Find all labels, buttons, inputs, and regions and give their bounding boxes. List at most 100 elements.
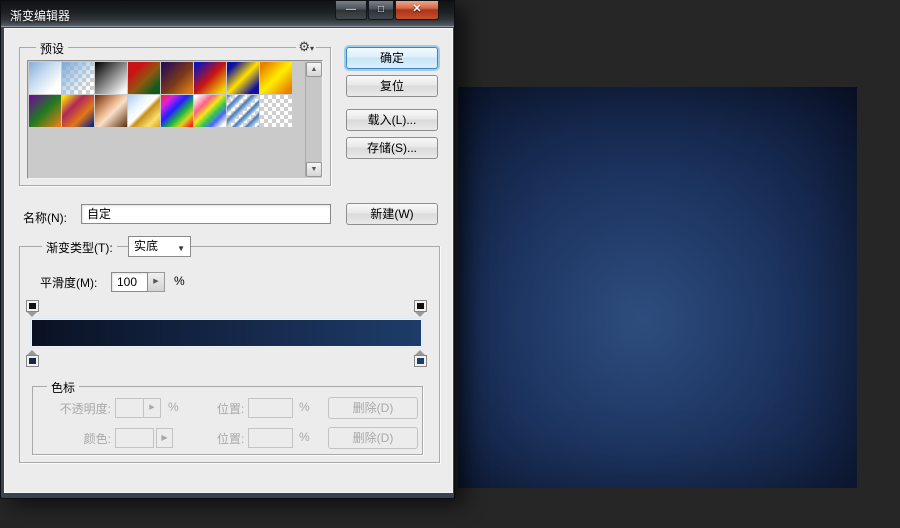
color-stop-fill bbox=[29, 358, 36, 364]
titlebar[interactable]: 渐变编辑器 — □ ✕ bbox=[1, 1, 454, 27]
delete-color-stop-button: 删除(D) bbox=[328, 427, 418, 449]
color-stop-right[interactable] bbox=[414, 350, 427, 367]
chevron-down-icon: ▾ bbox=[309, 44, 314, 53]
gradient-preset-foreground-to-background[interactable] bbox=[29, 62, 61, 94]
gradient-preset-thumbnail bbox=[95, 95, 127, 127]
stops-group: 色标 不透明度: ▶ % 位置: % 删除(D) 颜色: ▶ 位置: % 删除(… bbox=[32, 379, 423, 455]
opacity-stop-pointer-icon bbox=[415, 312, 425, 317]
canvas bbox=[458, 87, 857, 488]
gradient-preset-spectrum[interactable] bbox=[161, 95, 193, 127]
color-picker-button: ▶ bbox=[156, 428, 173, 448]
opacity-stop-fill bbox=[417, 303, 424, 309]
minimize-icon: — bbox=[346, 4, 356, 15]
dialog-body: 预设 ⚙▾ ▲ ▼ 确定 复位 载入(L)... 存储(S)... 名称(N):… bbox=[4, 28, 453, 493]
spinner-arrow-icon: ▶ bbox=[153, 278, 159, 285]
close-icon: ✕ bbox=[412, 3, 422, 15]
opacity-stop-left[interactable] bbox=[26, 300, 39, 317]
gradient-type-label: 渐变类型(T): bbox=[42, 239, 117, 256]
maximize-icon: □ bbox=[377, 4, 385, 15]
gradient-preset-yellow-violet-orange-blue[interactable] bbox=[62, 95, 94, 127]
dropdown-caret-icon: ▼ bbox=[177, 244, 185, 253]
scroll-down-button[interactable]: ▼ bbox=[306, 162, 322, 177]
smoothness-input[interactable]: 100 bbox=[111, 272, 148, 292]
color-position-input bbox=[248, 428, 293, 448]
color-position-label: 位置: bbox=[217, 432, 245, 446]
smoothness-percent: % bbox=[174, 274, 185, 288]
gradient-preset-thumbnail bbox=[260, 95, 292, 127]
window-title: 渐变编辑器 bbox=[10, 9, 71, 23]
smoothness-spinner-button[interactable]: ▶ bbox=[148, 272, 165, 292]
gradient-preset-blue-red-yellow[interactable] bbox=[194, 62, 226, 94]
gradient-preset-violet-to-orange[interactable] bbox=[161, 62, 193, 94]
gradient-preset-thumbnail bbox=[260, 62, 292, 94]
scroll-up-button[interactable]: ▲ bbox=[306, 62, 322, 77]
opacity-input bbox=[115, 398, 144, 418]
maximize-button[interactable]: □ bbox=[368, 1, 394, 20]
gradient-bar-frame bbox=[30, 318, 423, 348]
gradient-preset-violet-green-orange[interactable] bbox=[29, 95, 61, 127]
save-button[interactable]: 存储(S)... bbox=[346, 137, 438, 159]
color-stop-left[interactable] bbox=[26, 350, 39, 367]
opacity-position-input bbox=[248, 398, 293, 418]
gradient-preset-black-to-white[interactable] bbox=[95, 62, 127, 94]
gradient-preset-transparent-stripes[interactable] bbox=[227, 95, 259, 127]
gradient-preset-thumbnail bbox=[29, 95, 61, 127]
gradient-preset-thumbnail bbox=[194, 62, 226, 94]
new-button[interactable]: 新建(W) bbox=[346, 203, 438, 225]
presets-menu-button[interactable]: ⚙▾ bbox=[296, 39, 316, 55]
gradient-preset-thumbnail bbox=[29, 62, 61, 94]
presets-group: 预设 ⚙▾ ▲ ▼ bbox=[19, 39, 331, 186]
gradient-preset-thumbnail bbox=[62, 95, 94, 127]
gradient-preset-thumbnail bbox=[227, 62, 259, 94]
gradient-preset-orange-yellow-orange[interactable] bbox=[260, 62, 292, 94]
gradient-type-select[interactable]: 实底 ▼ bbox=[128, 236, 191, 257]
close-button[interactable]: ✕ bbox=[395, 1, 439, 20]
arrow-up-icon: ▲ bbox=[310, 66, 318, 73]
opacity-field-label: 不透明度: bbox=[59, 402, 111, 416]
color-swatch bbox=[115, 428, 154, 448]
preset-list: ▲ ▼ bbox=[27, 60, 323, 179]
ok-button[interactable]: 确定 bbox=[346, 47, 438, 69]
preset-grid bbox=[29, 62, 292, 127]
opacity-stop-right[interactable] bbox=[414, 300, 427, 317]
gradient-preset-thumbnail bbox=[227, 95, 259, 127]
gradient-options-group: 渐变类型(T): 实底 ▼ 平滑度(M): 100 ▶ % 色标 不透明度: ▶… bbox=[19, 236, 440, 463]
gradient-preset-thumbnail bbox=[62, 62, 94, 94]
delete-opacity-stop-button: 删除(D) bbox=[328, 397, 418, 419]
gradient-preset-transparent-sample[interactable] bbox=[260, 95, 292, 127]
gradient-bar[interactable] bbox=[32, 320, 421, 346]
gradient-preset-copper[interactable] bbox=[95, 95, 127, 127]
name-label: 名称(N): bbox=[23, 211, 67, 225]
smoothness-label: 平滑度(M): bbox=[40, 276, 98, 290]
gradient-preset-blue-yellow-blue[interactable] bbox=[227, 62, 259, 94]
opacity-position-label: 位置: bbox=[217, 402, 245, 416]
arrow-right-icon: ▶ bbox=[161, 433, 168, 442]
opacity-percent: % bbox=[168, 400, 179, 414]
gradient-preset-transparent-rainbow[interactable] bbox=[194, 95, 226, 127]
gradient-preset-thumbnail bbox=[161, 95, 193, 127]
load-button[interactable]: 载入(L)... bbox=[346, 109, 438, 131]
gradient-editor-window: 渐变编辑器 — □ ✕ 预设 ⚙▾ ▲ ▼ 确定 复位 载入(L)... 存储(… bbox=[0, 0, 455, 499]
caption-buttons: — □ ✕ bbox=[334, 1, 439, 20]
color-stop-swatch bbox=[414, 355, 427, 367]
color-stop-fill bbox=[417, 358, 424, 364]
gradient-preset-chrome-gold[interactable] bbox=[128, 95, 160, 127]
color-field-label: 颜色: bbox=[83, 432, 111, 446]
opacity-stop-swatch bbox=[26, 300, 39, 312]
opacity-stop-pointer-icon bbox=[27, 312, 37, 317]
color-stop-swatch bbox=[26, 355, 39, 367]
gradient-preset-thumbnail bbox=[161, 62, 193, 94]
name-input[interactable]: 自定 bbox=[81, 204, 331, 224]
preset-scrollbar[interactable]: ▲ ▼ bbox=[305, 62, 322, 177]
minimize-button[interactable]: — bbox=[335, 1, 367, 20]
opacity-position-percent: % bbox=[299, 400, 310, 414]
opacity-spinner-button: ▶ bbox=[144, 398, 161, 418]
screen: 渐变编辑器 — □ ✕ 预设 ⚙▾ ▲ ▼ 确定 复位 载入(L)... 存储(… bbox=[0, 0, 900, 528]
gradient-preset-thumbnail bbox=[95, 62, 127, 94]
opacity-stop-fill bbox=[29, 303, 36, 309]
presets-label: 预设 bbox=[36, 40, 69, 57]
gradient-preset-thumbnail bbox=[128, 62, 160, 94]
reset-button[interactable]: 复位 bbox=[346, 75, 438, 97]
gradient-preset-foreground-to-transparent[interactable] bbox=[62, 62, 94, 94]
gradient-preset-red-to-green[interactable] bbox=[128, 62, 160, 94]
